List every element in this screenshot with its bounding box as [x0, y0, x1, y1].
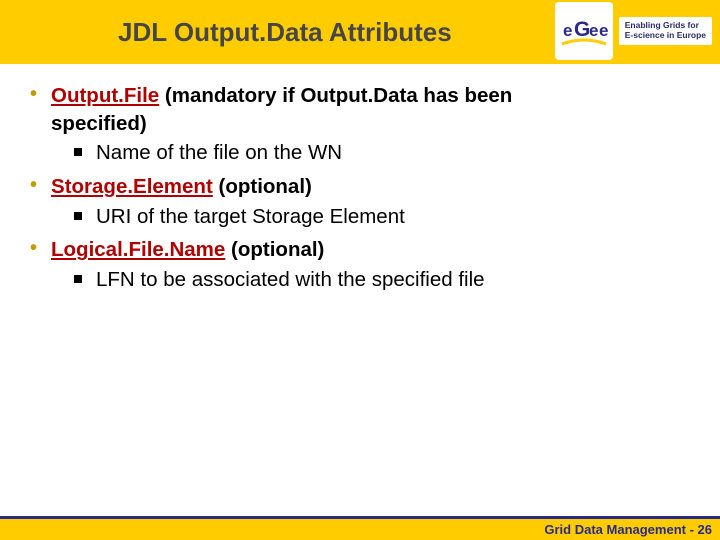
logo-tagline-line2: E-science in Europe: [625, 30, 706, 40]
sub-bullet-text: URI of the target Storage Element: [96, 203, 405, 231]
attr-qualifier-wrap: specified): [51, 112, 147, 135]
attr-name: Storage.Element: [51, 175, 213, 198]
egee-logo-tagline: Enabling Grids for E-science in Europe: [619, 17, 712, 45]
sub-bullet-icon: [74, 148, 82, 156]
sub-bullet-text: LFN to be associated with the specified …: [96, 266, 485, 294]
attr-qualifier: (optional): [225, 238, 324, 261]
attr-name: Output.File: [51, 84, 159, 107]
svg-text:e: e: [599, 21, 608, 40]
egee-logo-mark: e G e e: [555, 2, 613, 60]
slide-footer: Grid Data Management - 26: [0, 516, 720, 540]
sub-bullet-text: Name of the file on the WN: [96, 139, 342, 167]
sub-bullet-icon: [74, 275, 82, 283]
egee-logo: e G e e Enabling Grids for E-science in …: [555, 2, 712, 60]
footer-text: Grid Data Management - 26: [544, 522, 712, 537]
bullet-icon: •: [30, 236, 37, 260]
sub-bullet-item: LFN to be associated with the specified …: [74, 266, 690, 294]
slide-content: • Output.File (mandatory if Output.Data …: [0, 64, 720, 294]
svg-text:e: e: [589, 21, 598, 40]
sub-bullet-item: URI of the target Storage Element: [74, 203, 690, 231]
logo-tagline-line1: Enabling Grids for: [625, 20, 699, 30]
bullet-item: • Storage.Element (optional): [30, 173, 690, 201]
svg-text:e: e: [563, 21, 572, 40]
sub-bullet-item: Name of the file on the WN: [74, 139, 690, 167]
bullet-icon: •: [30, 82, 37, 106]
svg-text:G: G: [574, 18, 590, 41]
bullet-item: • Logical.File.Name (optional): [30, 236, 690, 264]
slide-title: JDL Output.Data Attributes: [118, 17, 452, 48]
bullet-item: • Output.File (mandatory if Output.Data …: [30, 82, 690, 137]
sub-bullet-icon: [74, 212, 82, 220]
slide-header: JDL Output.Data Attributes e G e e Enabl…: [0, 0, 720, 64]
attr-qualifier: (mandatory if Output.Data has been: [159, 84, 512, 107]
attr-name: Logical.File.Name: [51, 238, 225, 261]
egee-logo-icon: e G e e: [559, 6, 609, 56]
bullet-text: Output.File (mandatory if Output.Data ha…: [51, 82, 690, 137]
bullet-icon: •: [30, 173, 37, 197]
bullet-text: Logical.File.Name (optional): [51, 236, 690, 264]
attr-qualifier: (optional): [213, 175, 312, 198]
bullet-text: Storage.Element (optional): [51, 173, 690, 201]
